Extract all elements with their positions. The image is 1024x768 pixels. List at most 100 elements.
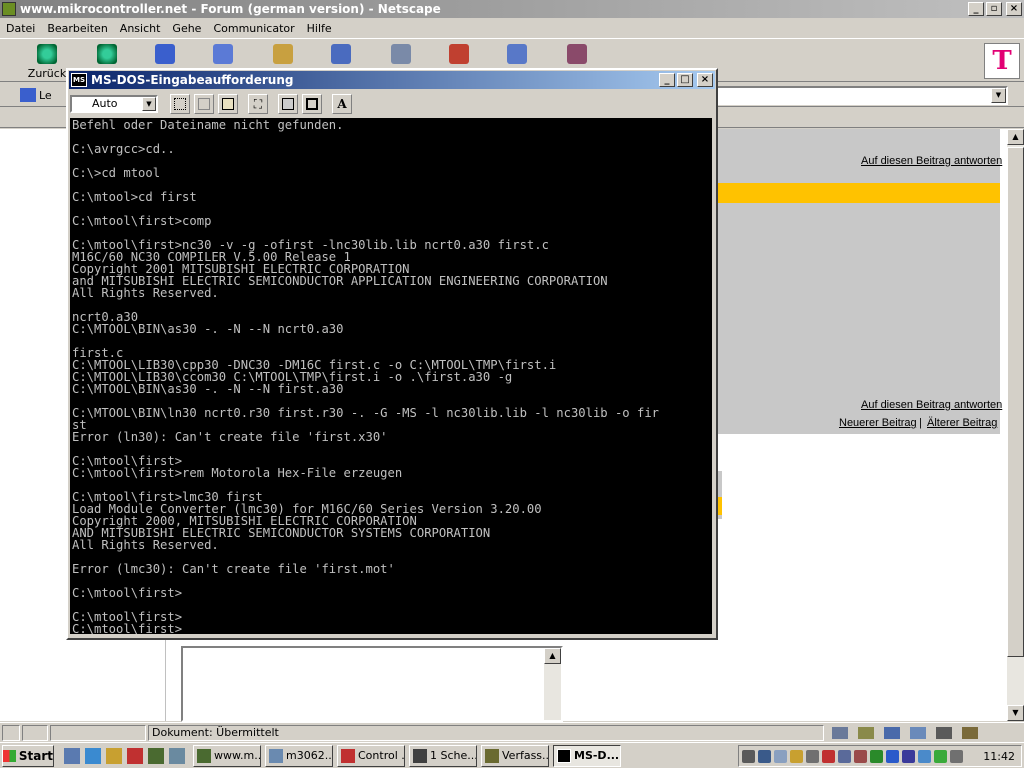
- tray-icon-12[interactable]: [918, 749, 931, 763]
- console-line: All Rights Reserved.: [72, 538, 219, 552]
- explorer-icon[interactable]: [85, 747, 101, 764]
- menu-communicator[interactable]: Communicator: [213, 22, 294, 35]
- task-browser[interactable]: www.m...: [193, 744, 261, 767]
- menu-datei[interactable]: Datei: [6, 22, 35, 35]
- security-status-icon[interactable]: [2, 725, 20, 741]
- location-dropdown-button[interactable]: ▼: [991, 88, 1006, 103]
- textarea-scrollbar[interactable]: ▲: [544, 648, 561, 720]
- desktop-icon[interactable]: [64, 747, 80, 764]
- tray-icon-10[interactable]: [886, 749, 899, 763]
- tray-icon-4[interactable]: [790, 749, 803, 763]
- monitor-icon[interactable]: [169, 747, 185, 764]
- menu-ansicht[interactable]: Ansicht: [120, 22, 161, 35]
- fullscreen-icon: ⛶: [253, 96, 263, 111]
- navigator-icon[interactable]: [832, 727, 848, 739]
- font-button[interactable]: A: [332, 94, 352, 114]
- newer-post-link[interactable]: Neuerer Beitrag: [839, 417, 917, 429]
- console-line: C:\MTOOL\BIN\as30 -. -N --N ncrt0.a30: [72, 322, 344, 336]
- pen-icon[interactable]: [106, 747, 122, 764]
- console-line: All Rights Reserved.: [72, 286, 219, 300]
- task-label: www.m...: [214, 749, 261, 762]
- composer-icon[interactable]: [936, 727, 952, 739]
- bookmarks-button[interactable]: Le: [20, 85, 64, 105]
- status-text: Dokument: Übermittelt: [148, 725, 824, 741]
- textarea-scroll-up-button[interactable]: ▲: [544, 648, 561, 664]
- msdos-window[interactable]: MS MS-DOS-Eingabeaufforderung _ □ × Auto…: [66, 68, 718, 640]
- start-button[interactable]: Start: [2, 744, 54, 767]
- scroll-thumb[interactable]: [1007, 147, 1024, 657]
- background-icon: [306, 98, 318, 110]
- tray-icon-9[interactable]: [870, 749, 883, 763]
- address-book-icon[interactable]: [910, 727, 926, 739]
- task-schematic[interactable]: 1 Sche...: [409, 744, 477, 767]
- task-msdos[interactable]: MS-D...: [553, 744, 621, 767]
- browser-title: www.mikrocontroller.net - Forum (german …: [20, 2, 441, 16]
- back-arrow-icon: [37, 44, 57, 64]
- scroll-up-button[interactable]: ▲: [1007, 129, 1024, 145]
- speaker-icon[interactable]: [742, 749, 755, 763]
- forward-arrow-icon: [97, 44, 117, 64]
- acrobat-icon[interactable]: [127, 747, 143, 764]
- paste-button[interactable]: [218, 94, 238, 114]
- menu-gehe[interactable]: Gehe: [172, 22, 201, 35]
- console-output[interactable]: Befehl oder Dateiname nicht gefunden. C:\…: [70, 118, 712, 634]
- tray-icon-11[interactable]: [902, 749, 915, 763]
- progress-bar: [50, 725, 146, 741]
- scroll-down-button[interactable]: ▼: [1007, 705, 1024, 721]
- restore-button[interactable]: ▫: [986, 2, 1002, 16]
- task-label: m3062...: [286, 749, 333, 762]
- properties-button[interactable]: [278, 94, 298, 114]
- news-icon[interactable]: [884, 727, 900, 739]
- msdos-maximize-button[interactable]: □: [677, 73, 693, 87]
- browser-titlebar[interactable]: www.mikrocontroller.net - Forum (german …: [0, 0, 1024, 18]
- task-m3062[interactable]: m3062...: [265, 744, 333, 767]
- tray-icon-3[interactable]: [774, 749, 787, 763]
- quicklaunch: [64, 747, 185, 764]
- reply-textarea[interactable]: ▲: [181, 646, 563, 722]
- msdos-minimize-button[interactable]: _: [659, 73, 675, 87]
- document-task-icon: [269, 748, 283, 763]
- mail-icon[interactable]: [858, 727, 874, 739]
- netscape-task-icon: [197, 748, 211, 763]
- edit-icon[interactable]: [962, 727, 978, 739]
- tray-icon-13[interactable]: [934, 749, 947, 763]
- shop-icon: [507, 44, 527, 64]
- console-line: C:\mtool\first>rem Motorola Hex-File erz…: [72, 466, 403, 480]
- page-scrollbar[interactable]: ▲ ▼: [1007, 129, 1024, 721]
- properties-icon: [282, 98, 294, 110]
- minimize-button[interactable]: _: [968, 2, 984, 16]
- msdos-titlebar[interactable]: MS MS-DOS-Eingabeaufforderung _ □ ×: [69, 71, 715, 89]
- netscape-quick-icon[interactable]: [148, 747, 164, 764]
- menu-bearbeiten[interactable]: Bearbeiten: [47, 22, 107, 35]
- system-tray: 11:42: [738, 745, 1022, 767]
- task-compose[interactable]: Verfass...: [481, 744, 549, 767]
- task-label: Verfass...: [502, 749, 549, 762]
- tray-icon-7[interactable]: [838, 749, 851, 763]
- back-button[interactable]: Zurück: [24, 41, 70, 81]
- reply-link-bottom[interactable]: Auf diesen Beitrag antworten: [861, 399, 1002, 411]
- task-control[interactable]: Control ...: [337, 744, 405, 767]
- msdos-close-button[interactable]: ×: [697, 73, 713, 87]
- forum-post-panel: [716, 129, 1000, 434]
- fullscreen-button[interactable]: ⛶: [248, 94, 268, 114]
- copy-button[interactable]: [194, 94, 214, 114]
- mark-icon: [174, 98, 186, 110]
- stop-icon: [567, 44, 587, 64]
- tray-icon-5[interactable]: [806, 749, 819, 763]
- clock[interactable]: 11:42: [983, 750, 1015, 763]
- menu-hilfe[interactable]: Hilfe: [307, 22, 332, 35]
- tray-icon-6[interactable]: [822, 749, 835, 763]
- console-line: Error (lmc30): Can't create file 'first.…: [72, 562, 395, 576]
- location-input[interactable]: ▼: [716, 86, 1008, 105]
- close-button[interactable]: ×: [1006, 2, 1022, 16]
- reply-link-top[interactable]: Auf diesen Beitrag antworten: [861, 155, 1002, 167]
- tray-icon-8[interactable]: [854, 749, 867, 763]
- older-post-link[interactable]: Älterer Beitrag: [927, 417, 997, 429]
- font-size-select[interactable]: Auto ▼: [70, 95, 158, 113]
- tray-icon-14[interactable]: [950, 749, 963, 763]
- taskbar: Start www.m... m3062... Control ... 1 Sc…: [0, 742, 1024, 768]
- mark-button[interactable]: [170, 94, 190, 114]
- background-button[interactable]: [302, 94, 322, 114]
- chevron-down-icon[interactable]: ▼: [142, 97, 156, 111]
- network-icon[interactable]: [758, 749, 771, 763]
